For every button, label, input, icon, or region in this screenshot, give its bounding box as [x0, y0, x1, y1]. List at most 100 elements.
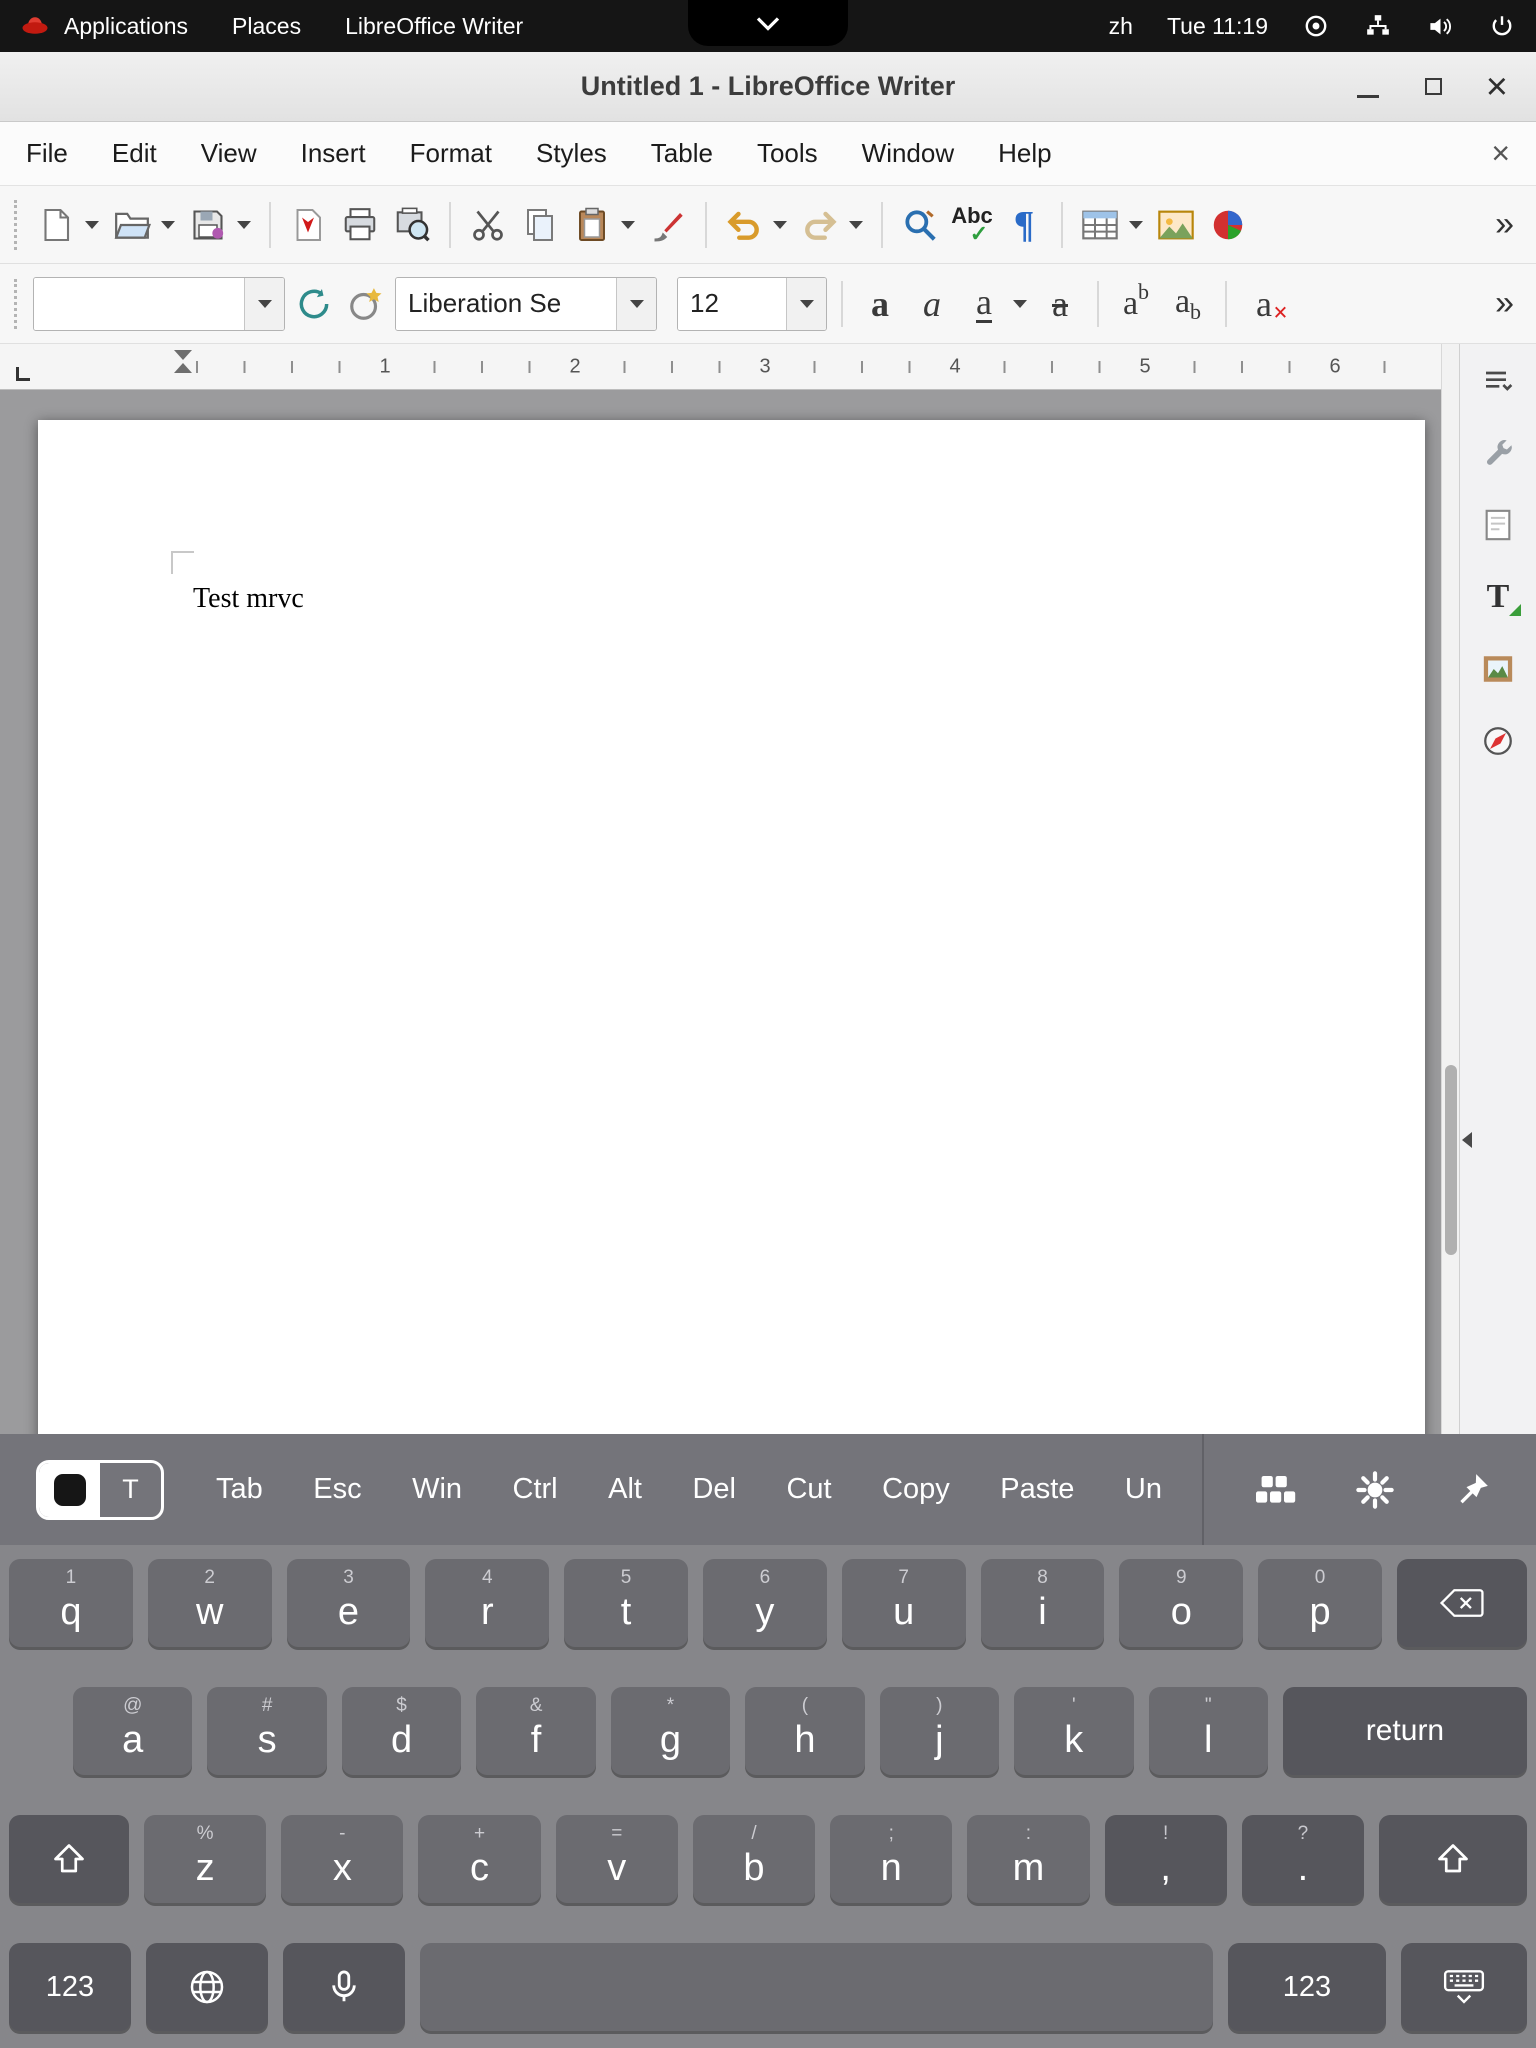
key-g[interactable]: *g — [611, 1687, 730, 1775]
menu-window[interactable]: Window — [862, 138, 954, 169]
menu-styles[interactable]: Styles — [536, 138, 607, 169]
key-paste[interactable]: Paste — [1000, 1473, 1074, 1506]
key-shift-left[interactable] — [9, 1815, 129, 1903]
menu-view[interactable]: View — [201, 138, 257, 169]
strikethrough-button[interactable]: a — [1037, 275, 1083, 333]
key-f[interactable]: &f — [476, 1687, 595, 1775]
close-button[interactable]: × — [1486, 72, 1508, 102]
subscript-button[interactable]: ab — [1165, 275, 1211, 333]
insert-table-dropdown[interactable] — [1125, 196, 1147, 254]
insert-image-button[interactable] — [1153, 196, 1199, 254]
remote-pulldown-handle[interactable] — [688, 0, 848, 46]
key-e[interactable]: 3e — [287, 1559, 411, 1647]
menu-table[interactable]: Table — [651, 138, 713, 169]
power-icon[interactable] — [1488, 12, 1516, 40]
key-l[interactable]: "l — [1149, 1687, 1268, 1775]
key-comma[interactable]: !, — [1105, 1815, 1227, 1903]
vertical-scrollbar[interactable] — [1441, 344, 1459, 1434]
menu-file[interactable]: File — [26, 138, 68, 169]
key-x[interactable]: -x — [281, 1815, 403, 1903]
key-backspace[interactable] — [1397, 1559, 1527, 1647]
key-h[interactable]: (h — [745, 1687, 864, 1775]
volume-icon[interactable] — [1426, 12, 1454, 40]
key-grid-button[interactable] — [1256, 1474, 1298, 1506]
undo-button[interactable] — [721, 196, 767, 254]
paragraph-style-dropdown[interactable] — [244, 278, 284, 330]
underline-button[interactable]: a — [961, 275, 1007, 333]
sidebar-collapse-button[interactable] — [1462, 1132, 1472, 1148]
key-y[interactable]: 6y — [703, 1559, 827, 1647]
key-123-left[interactable]: 123 — [9, 1943, 131, 2031]
key-123-right[interactable]: 123 — [1228, 1943, 1386, 2031]
new-style-button[interactable] — [343, 275, 389, 333]
font-size-input[interactable] — [678, 278, 786, 330]
key-z[interactable]: %z — [144, 1815, 266, 1903]
key-ctrl[interactable]: Ctrl — [513, 1473, 558, 1506]
paste-dropdown[interactable] — [617, 196, 639, 254]
key-mic[interactable] — [283, 1943, 405, 2031]
close-document-button[interactable]: × — [1491, 135, 1510, 172]
key-d[interactable]: $d — [342, 1687, 461, 1775]
undo-dropdown[interactable] — [769, 196, 791, 254]
key-i[interactable]: 8i — [981, 1559, 1105, 1647]
indent-markers[interactable] — [174, 350, 192, 373]
copy-button[interactable] — [517, 196, 563, 254]
print-button[interactable] — [337, 196, 383, 254]
sidebar-settings-button[interactable] — [1475, 358, 1521, 404]
key-cut[interactable]: Cut — [786, 1473, 831, 1506]
sidebar-navigator-button[interactable] — [1475, 718, 1521, 764]
key-s[interactable]: #s — [207, 1687, 326, 1775]
input-mode-toggle[interactable]: T — [36, 1460, 164, 1520]
key-w[interactable]: 2w — [148, 1559, 272, 1647]
key-esc[interactable]: Esc — [313, 1473, 361, 1506]
paragraph-style-input[interactable] — [34, 278, 244, 330]
key-o[interactable]: 9o — [1119, 1559, 1243, 1647]
redo-button[interactable] — [797, 196, 843, 254]
font-name-dropdown[interactable] — [616, 278, 656, 330]
open-button[interactable] — [109, 196, 155, 254]
find-replace-button[interactable] — [897, 196, 943, 254]
key-dismiss-keyboard[interactable] — [1401, 1943, 1527, 2031]
spelling-button[interactable]: Abc ✓ — [949, 196, 995, 254]
print-preview-button[interactable] — [389, 196, 435, 254]
bold-button[interactable]: a — [857, 275, 903, 333]
key-t[interactable]: 5t — [564, 1559, 688, 1647]
toggle-text-segment[interactable]: T — [100, 1463, 161, 1517]
font-name-combobox[interactable] — [395, 277, 657, 331]
toolbar-drag-handle[interactable] — [14, 200, 17, 250]
key-del[interactable]: Del — [692, 1473, 736, 1506]
menu-help[interactable]: Help — [998, 138, 1051, 169]
menu-format[interactable]: Format — [410, 138, 492, 169]
document-page[interactable]: Test mrvc — [38, 420, 1425, 1434]
menu-tools[interactable]: Tools — [757, 138, 818, 169]
input-language-indicator[interactable]: zh — [1109, 13, 1133, 40]
update-style-button[interactable] — [291, 275, 337, 333]
left-indent-marker[interactable] — [174, 363, 192, 373]
network-icon[interactable] — [1364, 12, 1392, 40]
active-app-menu[interactable]: LibreOffice Writer — [345, 13, 523, 40]
key-tab[interactable]: Tab — [216, 1473, 263, 1506]
superscript-button[interactable]: ab — [1113, 275, 1159, 333]
paste-button[interactable] — [569, 196, 615, 254]
cut-button[interactable] — [465, 196, 511, 254]
key-return[interactable]: return — [1283, 1687, 1527, 1775]
insert-chart-button[interactable] — [1205, 196, 1251, 254]
key-undo[interactable]: Un — [1125, 1473, 1162, 1506]
clear-formatting-button[interactable]: a× — [1241, 275, 1287, 333]
key-m[interactable]: :m — [967, 1815, 1089, 1903]
key-alt-modifier[interactable]: Alt — [608, 1473, 642, 1506]
font-size-combobox[interactable] — [677, 277, 827, 331]
sidebar-properties-button[interactable] — [1475, 430, 1521, 476]
key-space[interactable] — [420, 1943, 1213, 2031]
keyboard-pin-button[interactable] — [1452, 1470, 1492, 1510]
redo-dropdown[interactable] — [845, 196, 867, 254]
key-k[interactable]: 'k — [1014, 1687, 1133, 1775]
sidebar-styles-button[interactable]: T — [1475, 574, 1521, 620]
key-c[interactable]: +c — [418, 1815, 540, 1903]
toggle-knob-segment[interactable] — [39, 1463, 100, 1517]
keyboard-settings-button[interactable] — [1354, 1469, 1396, 1511]
italic-button[interactable]: a — [909, 275, 955, 333]
key-p[interactable]: 0p — [1258, 1559, 1382, 1647]
maximize-button[interactable] — [1425, 78, 1442, 95]
record-status-icon[interactable] — [1302, 12, 1330, 40]
